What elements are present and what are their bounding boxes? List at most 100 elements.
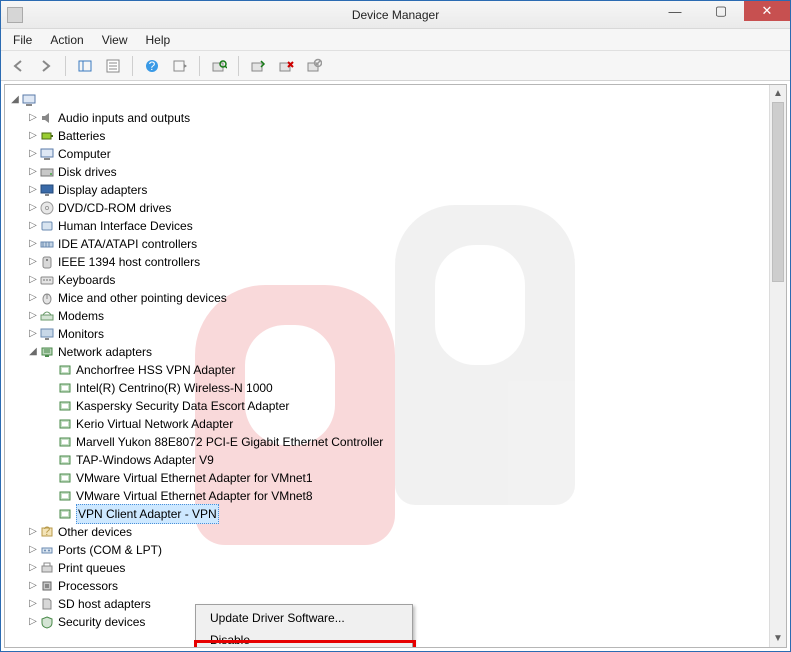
tree-root[interactable]: ◢ bbox=[9, 91, 765, 109]
scroll-down-button[interactable]: ▼ bbox=[770, 630, 786, 647]
category-icon bbox=[39, 272, 55, 288]
tree-category[interactable]: ▷Disk drives bbox=[9, 163, 765, 181]
tree-category[interactable]: ▷ Display adapters bbox=[9, 181, 765, 199]
tree-device-label: Anchorfree HSS VPN Adapter bbox=[76, 361, 235, 379]
tree-category[interactable]: ▷DVD/CD-ROM drives bbox=[9, 199, 765, 217]
menu-action[interactable]: Action bbox=[42, 31, 91, 49]
tree-category[interactable]: ▷Human Interface Devices bbox=[9, 217, 765, 235]
expand-icon[interactable]: ▷ bbox=[27, 271, 39, 289]
maximize-button[interactable]: ▢ bbox=[698, 1, 744, 21]
disable-button[interactable] bbox=[303, 55, 325, 77]
tree-category[interactable]: ▷Computer bbox=[9, 145, 765, 163]
expand-icon[interactable]: ▷ bbox=[27, 217, 39, 235]
category-icon bbox=[39, 236, 55, 252]
tree-device[interactable]: VMware Virtual Ethernet Adapter for VMne… bbox=[9, 469, 765, 487]
menu-help[interactable]: Help bbox=[138, 31, 179, 49]
expand-icon[interactable]: ▷ bbox=[27, 199, 39, 217]
tree-category-label: Processors bbox=[58, 577, 118, 595]
expand-icon[interactable]: ▷ bbox=[27, 595, 39, 613]
tree-device-label: Marvell Yukon 88E8072 PCI-E Gigabit Ethe… bbox=[76, 433, 383, 451]
expand-icon[interactable]: ▷ bbox=[27, 235, 39, 253]
tree-category[interactable]: ▷?Other devices bbox=[9, 523, 765, 541]
ctx-update-driver[interactable]: Update Driver Software... bbox=[198, 607, 410, 629]
scan-hardware-button[interactable] bbox=[208, 55, 230, 77]
tree-category[interactable]: ▷Print queues bbox=[9, 559, 765, 577]
tree-category[interactable]: ▷Modems bbox=[9, 307, 765, 325]
tree-category[interactable]: ▷ Monitors bbox=[9, 325, 765, 343]
close-button[interactable]: ✕ bbox=[744, 1, 790, 21]
help-button[interactable]: ? bbox=[141, 55, 163, 77]
category-icon bbox=[39, 596, 55, 612]
category-icon bbox=[39, 110, 55, 126]
tree-device[interactable]: Kerio Virtual Network Adapter bbox=[9, 415, 765, 433]
tree-category-label: Mice and other pointing devices bbox=[58, 289, 227, 307]
expand-icon[interactable]: ▷ bbox=[27, 613, 39, 631]
expand-icon[interactable]: ▷ bbox=[27, 289, 39, 307]
tree-device[interactable]: TAP-Windows Adapter V9 bbox=[9, 451, 765, 469]
tree-category[interactable]: ◢Network adapters bbox=[9, 343, 765, 361]
category-icon bbox=[39, 290, 55, 306]
tree-device[interactable]: Kaspersky Security Data Escort Adapter bbox=[9, 397, 765, 415]
tree-category[interactable]: ▷ Mice and other pointing devices bbox=[9, 289, 765, 307]
category-icon bbox=[39, 200, 55, 216]
tree-device-label: Intel(R) Centrino(R) Wireless-N 1000 bbox=[76, 379, 273, 397]
category-icon bbox=[39, 578, 55, 594]
tree-category-label: Display adapters bbox=[58, 181, 147, 199]
expand-icon[interactable]: ▷ bbox=[27, 145, 39, 163]
tree-device-label: VMware Virtual Ethernet Adapter for VMne… bbox=[76, 469, 313, 487]
tree-device[interactable]: VMware Virtual Ethernet Adapter for VMne… bbox=[9, 487, 765, 505]
expand-icon[interactable]: ▷ bbox=[27, 307, 39, 325]
collapse-icon[interactable]: ◢ bbox=[27, 343, 39, 361]
show-hide-tree-button[interactable] bbox=[74, 55, 96, 77]
tree-category[interactable]: ▷Ports (COM & LPT) bbox=[9, 541, 765, 559]
tree-category[interactable]: ▷Audio inputs and outputs bbox=[9, 109, 765, 127]
tree-category[interactable]: ▷IEEE 1394 host controllers bbox=[9, 253, 765, 271]
titlebar[interactable]: Device Manager — ▢ ✕ bbox=[1, 1, 790, 29]
tree-category[interactable]: ▷Keyboards bbox=[9, 271, 765, 289]
device-tree[interactable]: ◢▷Audio inputs and outputs▷Batteries▷Com… bbox=[5, 85, 769, 647]
expand-icon[interactable]: ▷ bbox=[27, 253, 39, 271]
tree-device[interactable]: Marvell Yukon 88E8072 PCI-E Gigabit Ethe… bbox=[9, 433, 765, 451]
expand-icon[interactable]: ▷ bbox=[27, 559, 39, 577]
nav-back-button[interactable] bbox=[7, 55, 29, 77]
context-menu: Update Driver Software... Disable Uninst… bbox=[195, 604, 413, 648]
tree-category[interactable]: ▷ Processors bbox=[9, 577, 765, 595]
tree-device[interactable]: Anchorfree HSS VPN Adapter bbox=[9, 361, 765, 379]
tree-category-label: Monitors bbox=[58, 325, 104, 343]
tree-category-label: IDE ATA/ATAPI controllers bbox=[58, 235, 197, 253]
expand-icon[interactable]: ▷ bbox=[27, 163, 39, 181]
ctx-disable[interactable]: Disable bbox=[198, 629, 410, 648]
nic-icon bbox=[57, 452, 73, 468]
vertical-scrollbar[interactable]: ▲ ▼ bbox=[769, 85, 786, 647]
tree-category[interactable]: ▷ IDE ATA/ATAPI controllers bbox=[9, 235, 765, 253]
toolbar-separator bbox=[238, 56, 239, 76]
menu-file[interactable]: File bbox=[5, 31, 40, 49]
scroll-thumb[interactable] bbox=[772, 102, 784, 282]
tree-category[interactable]: ▷Batteries bbox=[9, 127, 765, 145]
minimize-button[interactable]: — bbox=[652, 1, 698, 21]
scroll-track[interactable] bbox=[770, 102, 786, 630]
expand-icon[interactable]: ▷ bbox=[27, 325, 39, 343]
expand-icon[interactable]: ▷ bbox=[27, 523, 39, 541]
expand-icon[interactable]: ▷ bbox=[27, 181, 39, 199]
properties-button[interactable] bbox=[102, 55, 124, 77]
update-driver-button[interactable] bbox=[247, 55, 269, 77]
nav-forward-button[interactable] bbox=[35, 55, 57, 77]
tree-device[interactable]: Intel(R) Centrino(R) Wireless-N 1000 bbox=[9, 379, 765, 397]
category-icon bbox=[39, 344, 55, 360]
action-button[interactable] bbox=[169, 55, 191, 77]
scroll-up-button[interactable]: ▲ bbox=[770, 85, 786, 102]
expand-icon[interactable]: ▷ bbox=[27, 541, 39, 559]
category-icon bbox=[39, 128, 55, 144]
expand-icon[interactable]: ▷ bbox=[27, 109, 39, 127]
expand-icon[interactable]: ▷ bbox=[27, 577, 39, 595]
tree-device[interactable]: VPN Client Adapter - VPN bbox=[9, 505, 765, 523]
category-icon bbox=[39, 146, 55, 162]
app-icon bbox=[7, 7, 23, 23]
tree-device-label: Kerio Virtual Network Adapter bbox=[76, 415, 233, 433]
menu-view[interactable]: View bbox=[94, 31, 136, 49]
tree-category-label: Security devices bbox=[58, 613, 145, 631]
expand-icon[interactable]: ▷ bbox=[27, 127, 39, 145]
uninstall-button[interactable] bbox=[275, 55, 297, 77]
expand-icon[interactable]: ◢ bbox=[9, 91, 21, 109]
